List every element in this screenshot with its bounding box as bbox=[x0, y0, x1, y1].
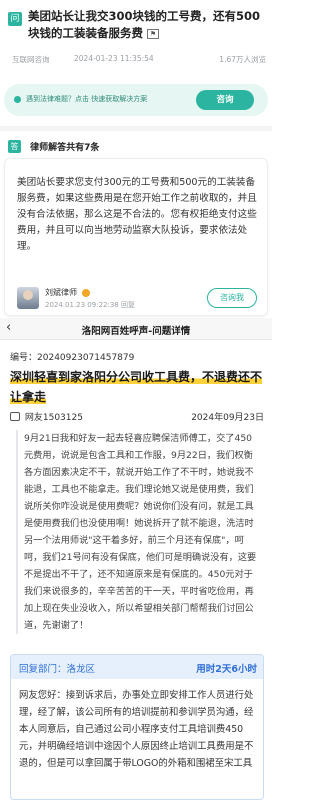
post-number: 编号：20240923071457879 bbox=[10, 350, 264, 363]
reply-duration: 用时2天6小时 bbox=[196, 664, 257, 675]
nav-bar: ‹ 洛阳网百姓呼声-问题详情 bbox=[0, 318, 272, 340]
post-header: 编号：20240923071457879 深圳轻喜到家洛阳分公司收工具费，不退费… bbox=[10, 350, 264, 406]
question-icon: 问 bbox=[8, 12, 22, 26]
section-divider bbox=[0, 126, 272, 131]
nav-title: 洛阳网百姓呼声-问题详情 bbox=[81, 326, 191, 337]
reply-card: 回复部门：洛龙区 用时2天6小时 网友您好：接到诉求后，办事处立即安排工作人员进… bbox=[10, 654, 264, 800]
question-title-text: 美团站长让我交300块钱的工号费，还有500块钱的工装装备服务费 bbox=[28, 9, 261, 40]
lawyer-info: 刘斌律师 2024.01.23 09:22:38 回复 咨询我 bbox=[17, 287, 257, 311]
complaint-page: ‹ 洛阳网百姓呼声-问题详情 编号：20240923071457879 深圳轻喜… bbox=[0, 318, 272, 800]
answers-header: 答 律师解答共有7条 bbox=[8, 136, 100, 153]
lawyer-name-row: 刘斌律师 bbox=[45, 287, 90, 298]
answer-icon: 答 bbox=[8, 140, 21, 153]
question-header: 问 美团站长让我交300块钱的工号费，还有500块钱的工装装备服务费 ⚑ bbox=[8, 8, 266, 42]
avatar[interactable] bbox=[17, 287, 39, 309]
author-name: 网友1503125 bbox=[24, 413, 83, 423]
consult-button[interactable]: 咨询 bbox=[196, 90, 254, 110]
user-icon bbox=[10, 412, 20, 421]
answer-time: 2024.01.23 09:22:38 回复 bbox=[45, 301, 135, 309]
reply-department: 回复部门：洛龙区 bbox=[19, 664, 96, 675]
answer-card: 美团站长要求您支付300元的工号费和500元的工装装备服务费，如果这些费用是在您… bbox=[4, 158, 268, 316]
answer-text: 美团站长要求您支付300元的工号费和500元的工装装备服务费，如果这些费用是在您… bbox=[17, 177, 257, 252]
banner-text: 遇到法律难题？点击 快速获取解决方案 bbox=[26, 95, 148, 103]
answers-count: 律师解答共有7条 bbox=[30, 143, 100, 153]
question-source: 互联网咨询 bbox=[12, 55, 50, 64]
post-date: 2024年09月23日 bbox=[191, 413, 264, 423]
reply-header: 回复部门：洛龙区 用时2天6小时 bbox=[11, 655, 263, 679]
consult-lawyer-button[interactable]: 咨询我 bbox=[207, 288, 257, 308]
reply-text: 网友您好：接到诉求后，办事处立即安排工作人员进行处理，经了解，该公司所有的培训提… bbox=[19, 690, 254, 769]
flag-icon[interactable]: ⚑ bbox=[147, 28, 160, 39]
question-views: 1.67万人浏览 bbox=[219, 55, 266, 64]
question-page: 问 美团站长让我交300块钱的工号费，还有500块钱的工装装备服务费 ⚑ 互联网… bbox=[0, 0, 272, 318]
verified-icon bbox=[81, 288, 90, 297]
post-body: 9月21日我和好友一起去轻喜应聘保洁师傅工，交了450元费用，说说是包含工具和工… bbox=[16, 430, 260, 634]
question-title: 美团站长让我交300块钱的工号费，还有500块钱的工装装备服务费 ⚑ bbox=[28, 8, 266, 42]
bullet-icon bbox=[14, 96, 21, 103]
number-label: 编号： bbox=[10, 353, 38, 363]
question-time: 2024-01-23 11:35:54 bbox=[74, 54, 154, 63]
lawyer-name[interactable]: 刘斌律师 bbox=[45, 288, 77, 297]
number-value: 20240923071457879 bbox=[37, 353, 135, 363]
post-title: 深圳轻喜到家洛阳分公司收工具费，不退费还不让拿走 bbox=[10, 370, 263, 404]
consult-banner[interactable]: 遇到法律难题？点击 快速获取解决方案 咨询 bbox=[4, 84, 268, 116]
author-row: 网友1503125 2024年09月23日 bbox=[10, 410, 264, 423]
